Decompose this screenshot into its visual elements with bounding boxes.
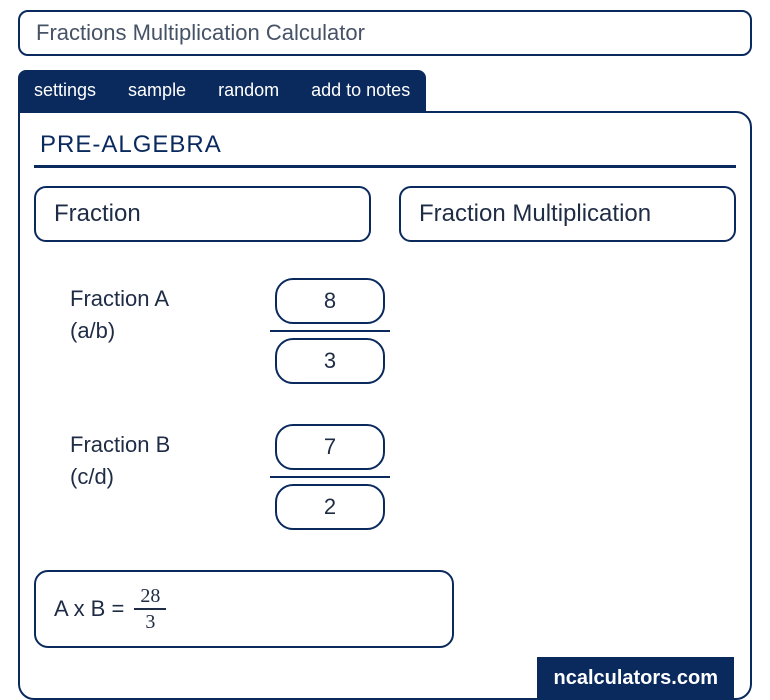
fraction-b-denominator[interactable]: 2 xyxy=(275,484,385,530)
fraction-a-numerator[interactable]: 8 xyxy=(275,278,385,324)
fraction-b-label: Fraction B (c/d) xyxy=(70,424,240,490)
page-title: Fractions Multiplication Calculator xyxy=(18,10,752,56)
fraction-a-label: Fraction A (a/b) xyxy=(70,278,240,344)
result-denominator: 3 xyxy=(139,610,161,634)
fraction-b-label-text: Fraction B xyxy=(70,432,240,458)
chip-fraction-multiplication[interactable]: Fraction Multiplication xyxy=(399,186,736,242)
breadcrumb-chips: Fraction Fraction Multiplication xyxy=(34,186,736,242)
tab-random[interactable]: random xyxy=(202,70,295,111)
fraction-a-label-text: Fraction A xyxy=(70,286,240,312)
fraction-b-numerator[interactable]: 7 xyxy=(275,424,385,470)
fraction-a-denominator[interactable]: 3 xyxy=(275,338,385,384)
tab-sample[interactable]: sample xyxy=(112,70,202,111)
fraction-a-row: Fraction A (a/b) 8 3 xyxy=(70,278,736,384)
section-title: PRE-ALGEBRA xyxy=(34,131,736,168)
fraction-b-line xyxy=(270,476,390,478)
tabs-bar: settings sample random add to notes xyxy=(18,70,752,111)
calculator-panel: PRE-ALGEBRA Fraction Fraction Multiplica… xyxy=(18,111,752,700)
fraction-b-row: Fraction B (c/d) 7 2 xyxy=(70,424,736,530)
fraction-a-line xyxy=(270,330,390,332)
result-numerator: 28 xyxy=(134,584,166,608)
tab-settings[interactable]: settings xyxy=(18,70,112,111)
tab-add-to-notes[interactable]: add to notes xyxy=(295,70,426,111)
result-box: A x B = 28 3 xyxy=(34,570,454,648)
brand-badge[interactable]: ncalculators.com xyxy=(537,657,734,700)
chip-fraction[interactable]: Fraction xyxy=(34,186,371,242)
result-prefix: A x B = xyxy=(54,596,124,622)
result-fraction: 28 3 xyxy=(134,584,166,634)
fraction-b-sub: (c/d) xyxy=(70,464,240,490)
fraction-a-sub: (a/b) xyxy=(70,318,240,344)
fraction-a-inputs: 8 3 xyxy=(270,278,390,384)
fraction-b-inputs: 7 2 xyxy=(270,424,390,530)
